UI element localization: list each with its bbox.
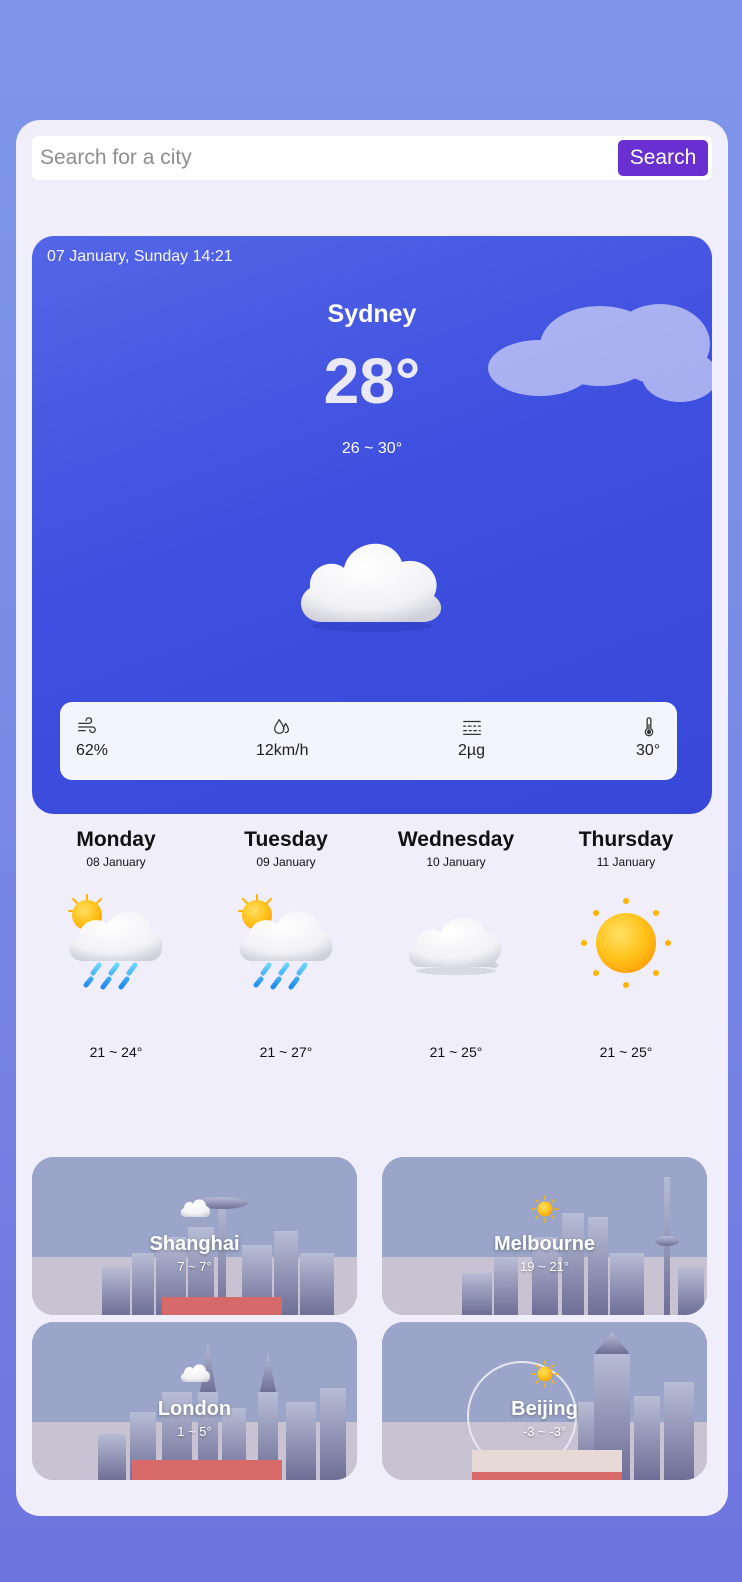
stat-humidity-value: 62% — [76, 742, 109, 759]
current-temp-range: 26 ~ 30° — [341, 440, 403, 457]
stat-pollution-value: 2µg — [458, 742, 486, 759]
forecast-day[interactable]: Monday 08 January 21 ~ 24° — [32, 826, 200, 1060]
cloud-icon — [409, 917, 502, 975]
forecast-day-range: 21 ~ 24° — [89, 1044, 143, 1060]
forecast-day-name: Wednesday — [397, 828, 515, 851]
forecast-day[interactable]: Thursday 11 January 21 ~ 25° — [542, 826, 710, 1060]
sun-rain-icon — [238, 894, 333, 990]
thermometer-icon — [644, 717, 654, 737]
forecast-day-date: 09 January — [256, 855, 316, 869]
sun-icon — [581, 898, 671, 988]
cloud-icon — [300, 543, 442, 632]
forecast-row: Monday 08 January 21 ~ 24° Tuesday 09 Ja… — [32, 826, 712, 1066]
sun-icon — [530, 1360, 559, 1388]
city-range: 1 ~ 5° — [177, 1424, 212, 1439]
city-card-melbourne[interactable]: Melbourne 19 ~ 21° — [382, 1157, 707, 1315]
haze-icon — [462, 720, 481, 735]
stat-pollution: 2µg — [458, 716, 485, 760]
cloud-icon — [180, 1364, 210, 1382]
stat-wind-value: 12km/h — [256, 742, 309, 759]
search-input[interactable] — [32, 136, 618, 180]
current-datetime: 07 January, Sunday 14:21 — [47, 248, 233, 265]
weather-stats-bar: 62% 12km/h 2µg 30° — [60, 702, 677, 780]
forecast-day-date: 10 January — [426, 855, 486, 869]
forecast-day[interactable]: Wednesday 10 January 21 ~ 25° — [372, 826, 540, 1060]
search-bar: Search — [32, 136, 712, 180]
droplets-icon — [274, 719, 290, 734]
forecast-day-range: 21 ~ 25° — [599, 1044, 653, 1060]
city-card-beijing[interactable]: Beijing -3 ~ -3° — [382, 1322, 707, 1480]
current-weather-panel: 07 January, Sunday 14:21 Sydney 28° 26 ~… — [32, 236, 712, 814]
forecast-day-date: 08 January — [86, 855, 146, 869]
city-range: 7 ~ 7° — [177, 1259, 212, 1274]
wind-icon — [78, 717, 96, 734]
search-button[interactable]: Search — [618, 140, 708, 176]
city-card-london[interactable]: London 1 ~ 5° — [32, 1322, 357, 1480]
city-range: 19 ~ 21° — [520, 1259, 569, 1274]
city-name: Beijing — [511, 1398, 578, 1420]
forecast-day-range: 21 ~ 27° — [259, 1044, 313, 1060]
cloud-icon — [180, 1199, 210, 1217]
current-city: Sydney — [327, 300, 417, 328]
city-card-shanghai[interactable]: Shanghai 7 ~ 7° — [32, 1157, 357, 1315]
sun-icon — [530, 1195, 559, 1223]
stat-humidity: 62% — [76, 716, 108, 760]
city-name: Melbourne — [493, 1233, 596, 1255]
current-temperature: 28° — [323, 345, 421, 417]
city-range: -3 ~ -3° — [522, 1424, 567, 1439]
stat-feels-like-value: 30° — [636, 742, 661, 759]
forecast-day-date: 11 January — [596, 855, 656, 869]
city-name: London — [157, 1398, 232, 1420]
stat-feels-like: 30° — [636, 716, 660, 760]
stat-wind: 12km/h — [256, 716, 308, 760]
sun-rain-icon — [68, 894, 163, 990]
forecast-day-range: 21 ~ 25° — [429, 1044, 483, 1060]
forecast-day-name: Tuesday — [244, 828, 328, 851]
forecast-day-name: Monday — [76, 828, 156, 851]
forecast-day-name: Thursday — [578, 828, 674, 851]
forecast-day[interactable]: Tuesday 09 January 21 ~ 27° — [202, 826, 370, 1060]
weather-app-card: Search 07 January, Sunday 14:21 Sydney 2… — [16, 120, 728, 1516]
city-name: Shanghai — [149, 1233, 240, 1255]
